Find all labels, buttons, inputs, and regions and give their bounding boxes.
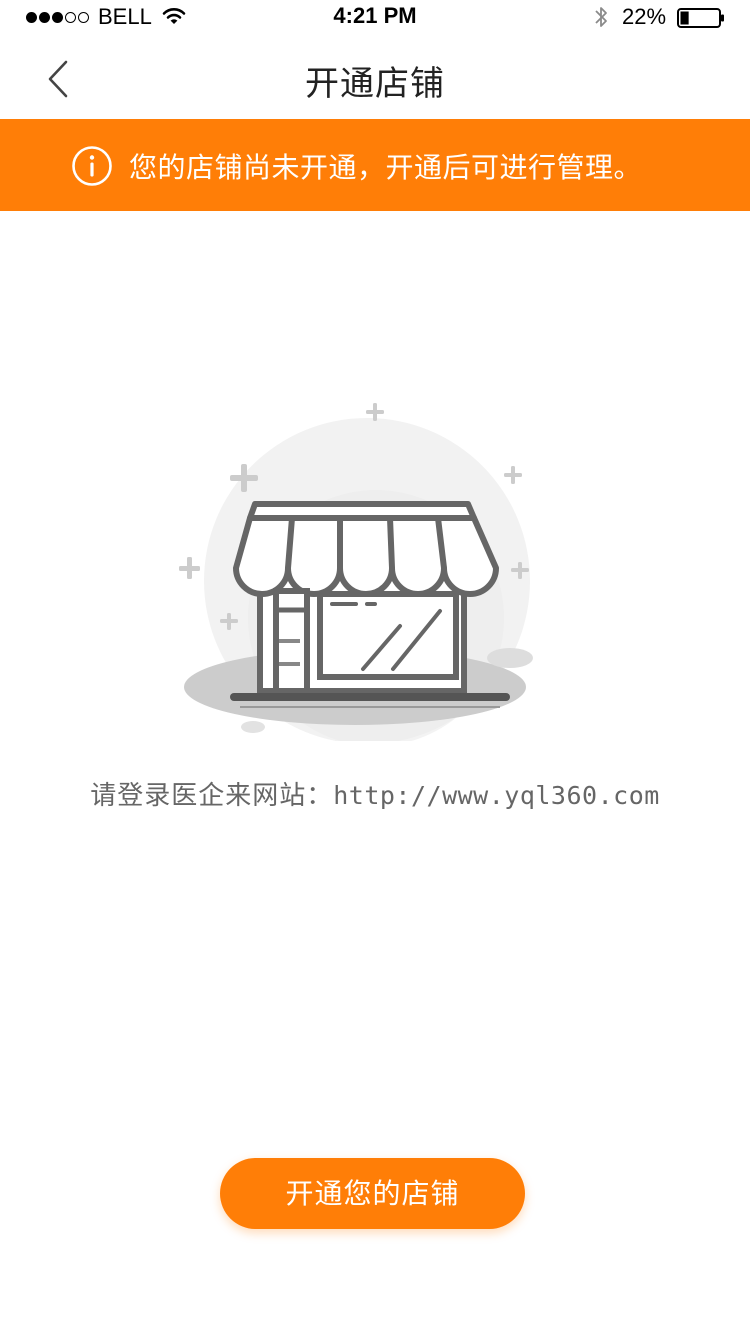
notice-message: 您的店铺尚未开通，开通后可进行管理。	[129, 151, 643, 184]
page-title: 开通店铺	[305, 64, 445, 104]
website-hint: 请登录医企来网站：http://www.yql360.com	[0, 775, 750, 812]
nav-bar: 开通店铺	[0, 36, 750, 119]
info-icon	[72, 146, 112, 186]
battery-percentage: 22%	[622, 4, 667, 29]
shop-storefront-illustration	[179, 403, 533, 741]
website-hint-label: 请登录医企来网站：	[90, 781, 334, 811]
bluetooth-icon	[595, 7, 607, 27]
battery-icon	[677, 8, 724, 28]
website-url-link[interactable]: http://www.yql360.com	[333, 781, 660, 810]
open-shop-button[interactable]: 开通您的店铺	[220, 1158, 525, 1229]
status-bar: BELL 4:21 PM 22%	[0, 0, 750, 36]
notice-banner: 您的店铺尚未开通，开通后可进行管理。	[0, 119, 750, 211]
